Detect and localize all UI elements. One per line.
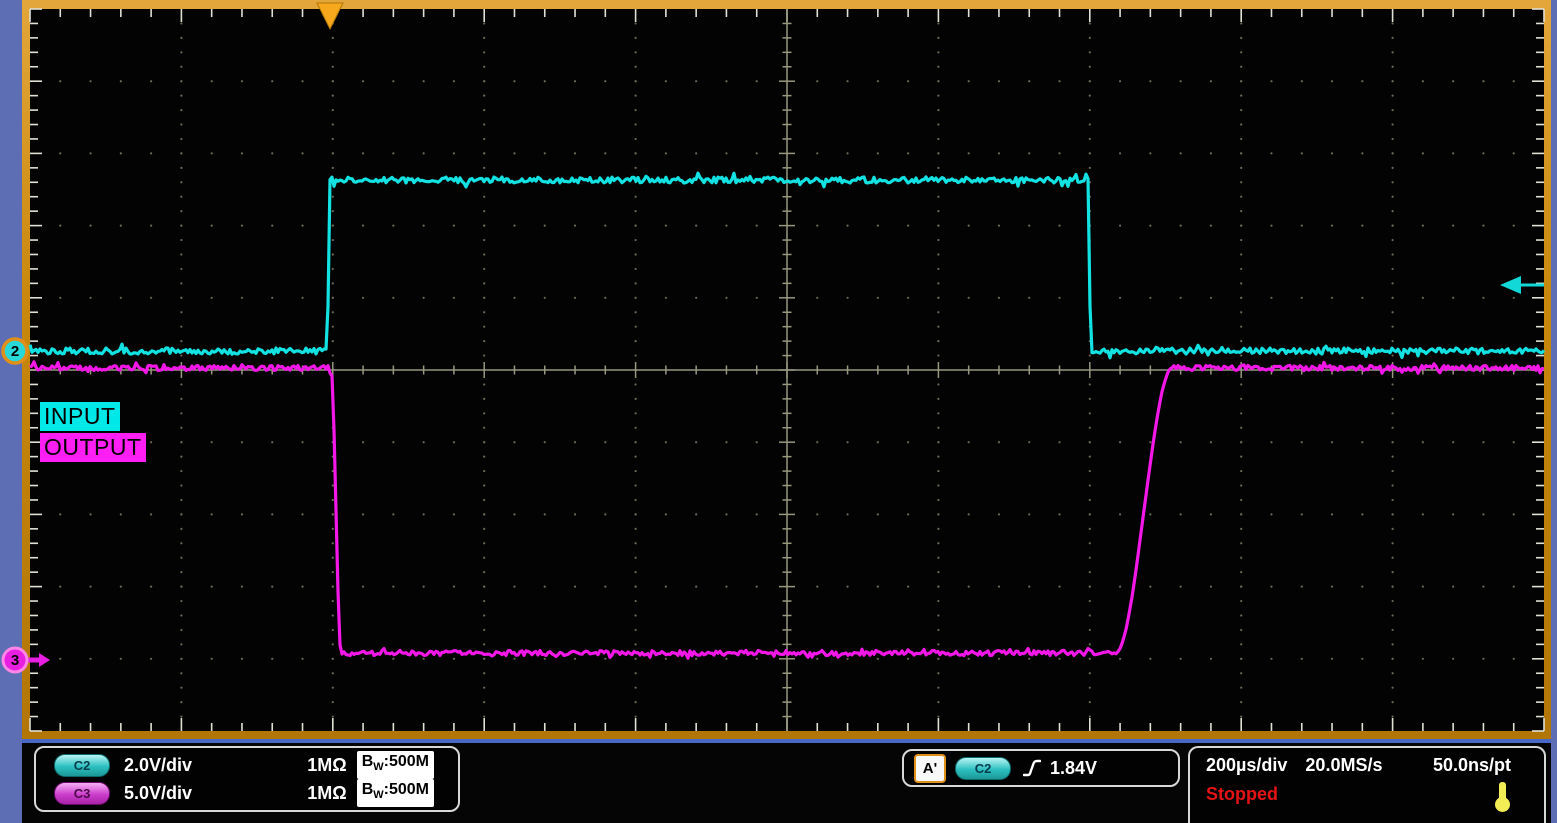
acquisition-status: Stopped (1206, 784, 1278, 805)
c3-bandwidth-badge[interactable]: BW:500M (357, 779, 434, 806)
output-trace-label: OUTPUT (40, 433, 146, 462)
status-row: Stopped (1190, 784, 1544, 805)
c2-bandwidth-badge[interactable]: BW:500M (357, 751, 434, 778)
trigger-level-value: 1.84V (1050, 758, 1097, 779)
input-trace-label: INPUT (40, 402, 120, 431)
timebase-row: 200µs/div 20.0MS/s 50.0ns/pt (1190, 755, 1544, 776)
channel-badge-c2[interactable]: C2 (54, 754, 110, 777)
channel-row-c2: C2 2.0V/div 1MΩ BW:500M (36, 751, 458, 778)
resolution-value: 50.0ns/pt (1433, 755, 1511, 776)
ch3-marker-arrow (39, 653, 50, 667)
c2-impedance: 1MΩ (307, 755, 346, 776)
oscilloscope-screen: 23 INPUT OUTPUT C2 2.0V/div 1MΩ BW:500M … (0, 0, 1557, 823)
trigger-position-marker[interactable] (317, 3, 343, 29)
separator-line (22, 739, 1551, 743)
sample-rate-value: 20.0MS/s (1305, 755, 1382, 776)
trigger-mode-badge[interactable]: A' (914, 754, 946, 783)
c3-impedance: 1MΩ (307, 783, 346, 804)
trigger-source-badge[interactable]: C2 (955, 757, 1011, 780)
channel-row-c3: C3 5.0V/div 1MΩ BW:500M (36, 779, 458, 806)
horizontal-panel[interactable]: 200µs/div 20.0MS/s 50.0ns/pt Stopped (1188, 746, 1546, 823)
timebase-value: 200µs/div (1206, 755, 1287, 776)
reference-arrow[interactable] (1500, 276, 1521, 294)
ch2-marker-label: 2 (11, 343, 19, 360)
c2-scale: 2.0V/div (124, 755, 192, 776)
trigger-panel[interactable]: A' C2 1.84V (902, 749, 1180, 787)
scope-canvas: 23 (0, 0, 1557, 739)
channel-badge-c3[interactable]: C3 (54, 782, 110, 805)
c2-bw-b: B (362, 753, 374, 770)
c2-bw-rest: :500M (384, 753, 429, 770)
ch3-marker-label: 3 (11, 652, 19, 669)
c2-bw-sub: W (373, 762, 383, 774)
channel-settings-panel[interactable]: C2 2.0V/div 1MΩ BW:500M C3 5.0V/div 1MΩ … (34, 746, 460, 812)
c3-bw-b: B (362, 781, 374, 798)
c3-bw-sub: W (373, 790, 383, 802)
c3-scale: 5.0V/div (124, 783, 192, 804)
thermometer-icon (1495, 782, 1510, 812)
c3-bw-rest: :500M (384, 781, 429, 798)
rising-edge-icon (1023, 758, 1041, 778)
